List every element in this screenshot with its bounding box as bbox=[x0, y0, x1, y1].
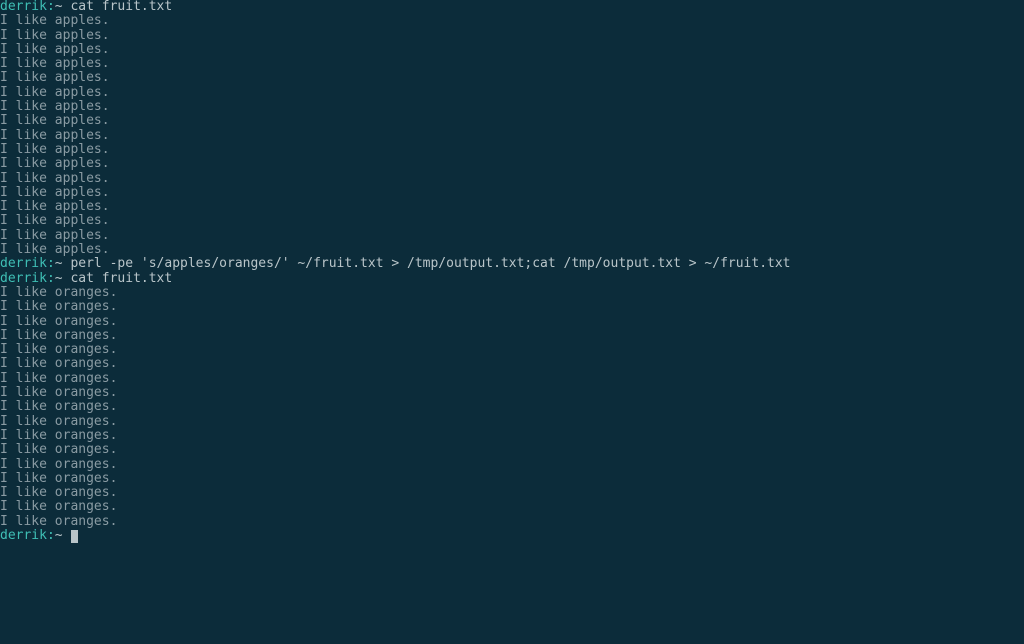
output-line: I like oranges. bbox=[0, 286, 1024, 300]
output-line: I like oranges. bbox=[0, 357, 1024, 371]
prompt-symbol: ~ bbox=[55, 256, 71, 271]
command-line: derrik:~ cat fruit.txt bbox=[0, 0, 1024, 14]
output-line: I like apples. bbox=[0, 214, 1024, 228]
output-line: I like oranges. bbox=[0, 300, 1024, 314]
output-line: I like apples. bbox=[0, 86, 1024, 100]
output-line: I like apples. bbox=[0, 200, 1024, 214]
output-line: I like oranges. bbox=[0, 415, 1024, 429]
output-line: I like oranges. bbox=[0, 472, 1024, 486]
output-line: I like apples. bbox=[0, 57, 1024, 71]
active-prompt-line[interactable]: derrik:~ bbox=[0, 529, 1024, 543]
output-line: I like oranges. bbox=[0, 386, 1024, 400]
output-line: I like apples. bbox=[0, 157, 1024, 171]
command-text: cat fruit.txt bbox=[70, 271, 172, 286]
output-line: I like apples. bbox=[0, 243, 1024, 257]
prompt-user: derrik bbox=[0, 0, 47, 14]
output-line: I like apples. bbox=[0, 172, 1024, 186]
terminal[interactable]: derrik:~ cat fruit.txtI like apples.I li… bbox=[0, 0, 1024, 543]
prompt-symbol: ~ bbox=[55, 528, 71, 543]
output-line: I like oranges. bbox=[0, 515, 1024, 529]
output-line: I like oranges. bbox=[0, 329, 1024, 343]
output-line: I like oranges. bbox=[0, 486, 1024, 500]
prompt-separator: : bbox=[47, 271, 55, 286]
output-line: I like oranges. bbox=[0, 458, 1024, 472]
prompt-user: derrik bbox=[0, 271, 47, 286]
output-line: I like oranges. bbox=[0, 400, 1024, 414]
output-line: I like apples. bbox=[0, 29, 1024, 43]
prompt-symbol: ~ bbox=[55, 0, 71, 14]
prompt-user: derrik bbox=[0, 256, 47, 271]
output-line: I like oranges. bbox=[0, 429, 1024, 443]
output-line: I like apples. bbox=[0, 129, 1024, 143]
output-line: I like apples. bbox=[0, 43, 1024, 57]
output-line: I like apples. bbox=[0, 229, 1024, 243]
prompt-user: derrik bbox=[0, 528, 47, 543]
prompt-separator: : bbox=[47, 0, 55, 14]
output-line: I like apples. bbox=[0, 71, 1024, 85]
output-line: I like oranges. bbox=[0, 443, 1024, 457]
output-line: I like apples. bbox=[0, 186, 1024, 200]
prompt-separator: : bbox=[47, 256, 55, 271]
prompt-symbol: ~ bbox=[55, 271, 71, 286]
command-text: cat fruit.txt bbox=[70, 0, 172, 14]
command-line: derrik:~ perl -pe 's/apples/oranges/' ~/… bbox=[0, 257, 1024, 271]
output-line: I like apples. bbox=[0, 143, 1024, 157]
command-text: perl -pe 's/apples/oranges/' ~/fruit.txt… bbox=[70, 256, 790, 271]
output-line: I like oranges. bbox=[0, 315, 1024, 329]
cursor-icon bbox=[71, 530, 78, 543]
output-line: I like oranges. bbox=[0, 500, 1024, 514]
output-line: I like oranges. bbox=[0, 343, 1024, 357]
command-line: derrik:~ cat fruit.txt bbox=[0, 272, 1024, 286]
output-line: I like apples. bbox=[0, 14, 1024, 28]
output-line: I like apples. bbox=[0, 114, 1024, 128]
prompt-separator: : bbox=[47, 528, 55, 543]
output-line: I like apples. bbox=[0, 100, 1024, 114]
output-line: I like oranges. bbox=[0, 372, 1024, 386]
